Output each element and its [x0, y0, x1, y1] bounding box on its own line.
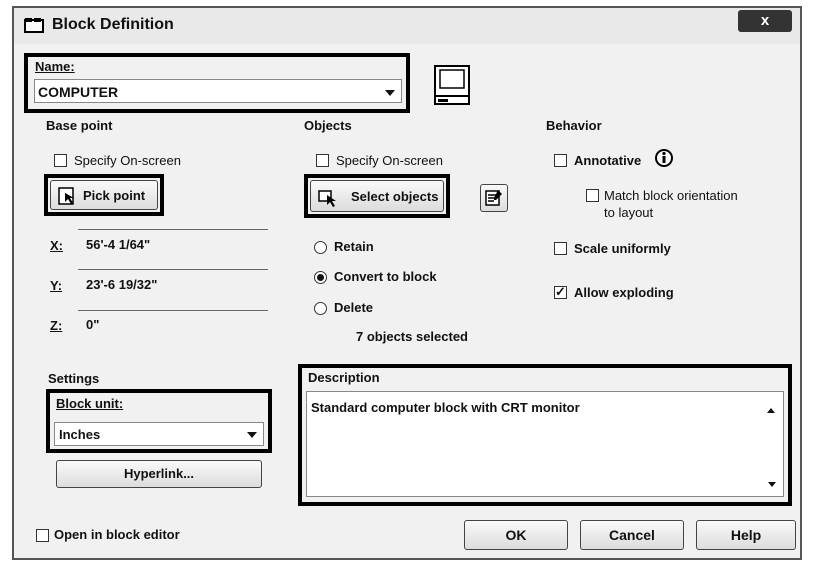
objects-selected-count: 7 objects selected [356, 329, 468, 344]
match-orientation-label-2: to layout [604, 205, 654, 220]
match-orientation-checkbox[interactable] [586, 189, 599, 202]
objects-specify-label: Specify On-screen [336, 153, 443, 168]
close-button[interactable]: x [738, 10, 792, 32]
allow-exploding-checkbox[interactable] [554, 284, 567, 300]
block-unit-label: Block unit: [56, 396, 124, 411]
z-field-line [78, 310, 268, 311]
help-button[interactable]: Help [696, 520, 796, 550]
name-combobox[interactable]: COMPUTER [34, 79, 402, 103]
block-unit-select[interactable]: Inches [54, 422, 264, 446]
delete-label: Delete [334, 300, 374, 315]
annotative-label: Annotative [574, 153, 642, 168]
cancel-button[interactable]: Cancel [580, 520, 684, 550]
y-label: Y: [50, 278, 63, 293]
scroll-up-icon[interactable] [767, 408, 775, 413]
z-value[interactable]: 0" [86, 317, 99, 332]
objects-specify-checkbox[interactable] [316, 154, 329, 167]
y-value[interactable]: 23'-6 19/32" [86, 277, 157, 292]
base-specify-checkbox[interactable] [54, 154, 67, 167]
retain-radio[interactable] [314, 241, 327, 254]
base-specify-label: Specify On-screen [74, 153, 181, 168]
block-unit-value: Inches [59, 427, 101, 442]
objects-heading: Objects [304, 118, 352, 133]
block-preview-icon [434, 65, 470, 105]
chevron-down-icon [385, 90, 395, 96]
name-value: COMPUTER [38, 84, 119, 100]
select-objects-button[interactable]: Select objects [310, 180, 444, 212]
x-label: X: [50, 238, 63, 253]
name-label: Name: [35, 59, 75, 74]
pick-point-label: Pick point [83, 188, 146, 203]
retain-label: Retain [334, 239, 374, 254]
description-textarea[interactable]: Standard computer block with CRT monitor [306, 391, 784, 497]
open-in-editor-label: Open in block editor [54, 527, 180, 542]
convert-to-block-radio[interactable] [314, 271, 327, 284]
convert-to-block-label: Convert to block [334, 269, 437, 284]
y-field-line [78, 269, 268, 270]
description-value: Standard computer block with CRT monitor [311, 400, 580, 415]
info-icon[interactable] [654, 148, 674, 168]
title-bar: Block Definition x [14, 8, 800, 44]
block-icon [24, 18, 44, 33]
settings-heading: Settings [48, 371, 100, 386]
x-field-line [78, 229, 268, 230]
select-objects-label: Select objects [351, 189, 439, 204]
base-point-heading: Base point [46, 118, 113, 133]
ok-button[interactable]: OK [464, 520, 568, 550]
hyperlink-button[interactable]: Hyperlink... [56, 460, 262, 488]
pick-point-button[interactable]: Pick point [50, 180, 158, 210]
chevron-down-icon [247, 432, 257, 438]
scale-uniformly-label: Scale uniformly [574, 241, 671, 256]
quick-select-icon [485, 190, 502, 206]
match-orientation-label: Match block orientation [604, 188, 738, 203]
z-label: Z: [50, 318, 63, 333]
pick-point-icon [58, 187, 74, 205]
behavior-heading: Behavior [546, 118, 602, 133]
annotative-checkbox[interactable] [554, 154, 567, 167]
scroll-down-icon[interactable] [768, 482, 776, 487]
allow-exploding-label: Allow exploding [574, 285, 674, 300]
block-definition-dialog: Block Definition x Name: COMPUTER Base p… [12, 6, 802, 560]
dialog-title: Block Definition [52, 16, 174, 33]
description-heading: Description [308, 370, 380, 385]
open-in-editor-checkbox[interactable] [36, 529, 49, 542]
scale-uniformly-checkbox[interactable] [554, 242, 567, 255]
select-objects-icon [318, 190, 336, 207]
quick-select-button[interactable] [480, 184, 508, 212]
delete-radio[interactable] [314, 302, 327, 315]
x-value[interactable]: 56'-4 1/64" [86, 237, 150, 252]
